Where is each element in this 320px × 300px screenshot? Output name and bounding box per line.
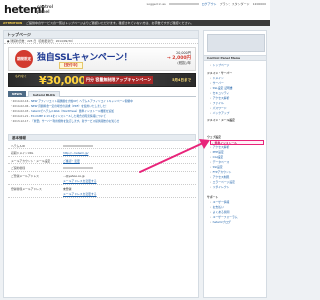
site-header: hetemi control panel Logged in as ログアウト … <box>0 0 270 20</box>
plan-label: プラン：スタンダード <box>219 2 250 6</box>
basic-info-table: ヘテムルID 初期ドメインURL http://...heteml.jp/ メー… <box>8 142 196 198</box>
tab-news[interactable]: NEWS <box>8 91 27 97</box>
info-row-id: ヘテムルID <box>8 142 196 150</box>
cashback-pre: もれなく <box>15 74 28 78</box>
logout-link[interactable]: ログアウト <box>202 2 217 6</box>
sidebar-item[interactable]: hetemlブログ <box>210 220 264 225</box>
info-row-email: ご登録メールアドレス ...@yahoo.co.jp メールアドレスを変更する <box>8 172 196 185</box>
registrant-email-value: 未登録 <box>63 186 72 191</box>
info-row-contact: ご契約者様 <box>8 164 196 172</box>
info-value-redacted <box>63 166 93 170</box>
page-title: トップページ <box>4 31 198 39</box>
attention-bar: ATTENTION ご提供中のサービスの一覧はトップページよりご確認いただけます… <box>0 20 270 26</box>
ssl-banner-title: 独自SSLキャンペーン！ <box>37 53 133 63</box>
change-registrant-email-link[interactable]: メールアドレスを変更する <box>63 192 97 196</box>
news-text[interactable]: 「重要」サーバー利用規約を改訂します。新サービス提供開始のお知らせ <box>31 119 119 123</box>
sidebar-web-menu: 簡単インストール アクセス解析 PHP設定 CGI設定 データベース SSI設定… <box>210 140 264 190</box>
ssl-banner-status: 【受付中】 <box>59 62 83 69</box>
account-number: 1200000 <box>252 2 266 6</box>
info-label: 初期ドメインURL <box>11 151 34 156</box>
info-label: ヘテムルID <box>11 144 26 148</box>
news-date: ・2014-02-03 - <box>10 109 31 113</box>
main-content: トップページ ● 残契約日数：225 日（自動更新日：2014/09/30） 期… <box>3 30 199 298</box>
control-panel-menu-title: Control Panel Menu <box>204 55 266 61</box>
logo-sub-2: panel <box>37 8 50 14</box>
sidebar-item[interactable]: リダイレクト <box>210 185 264 190</box>
initial-domain-link[interactable]: http://...heteml.jp/ <box>63 151 88 155</box>
news-date: ・2014-01-21 - <box>10 114 31 118</box>
ssl-campaign-banner[interactable]: 期間限定 独自SSLキャンペーン！ 【受付中】 20,000円 → 2,000円… <box>8 47 196 71</box>
sidebar-ad[interactable] <box>207 34 265 52</box>
sidebar-item[interactable]: バックアップ <box>210 111 264 116</box>
info-label: ご契約者様 <box>11 166 25 171</box>
cashback-amount: ¥30,000 <box>39 74 86 87</box>
sidebar-item-top[interactable]: トップページ <box>210 63 264 68</box>
news-date: ・2013-12-17 - <box>10 119 31 123</box>
info-label: 登録者様メールアドレス <box>11 186 42 191</box>
sidebar-support-menu: ユーザー情報 お支払い よくある質問 ユーザーフォーラム hetemlブログ <box>210 200 264 225</box>
sidebar-domain-menu: ドメイン サーバー SSL設定 証明書 セキュリティ アクセス解析 ファイル パ… <box>210 76 264 116</box>
tab-blog[interactable]: hetemi BLOG <box>28 91 60 97</box>
info-value-redacted <box>63 144 93 148</box>
news-text[interactable]: hetemlでヘテムルWeb（WordPress）簡単インストール機能を追加 <box>31 109 114 113</box>
sidebar-group-web: ウェブ設定 <box>207 135 221 139</box>
sidebar-top-menu: トップページ <box>210 63 264 68</box>
cashback-deadline: 5月4日まで <box>172 78 191 82</box>
news-date: ・2014-02-16 - <box>10 99 31 103</box>
info-row-url: 初期ドメインURL http://...heteml.jp/ <box>8 149 196 157</box>
username-redacted <box>168 2 199 6</box>
info-row-mail: メールアカウント・メール設定 ご確認・変更 <box>8 157 196 165</box>
logged-in-label: Logged in as <box>146 2 166 6</box>
logo[interactable]: hetemi control panel <box>4 4 64 16</box>
limited-badge: 期間限定 <box>15 50 33 68</box>
info-label: メールアカウント・メール設定 <box>11 158 51 163</box>
sidebar-group-support: サポート <box>207 195 219 199</box>
info-row-registrant-email: 登録者様メールアドレス 未登録 メールアドレスを変更する <box>8 185 196 198</box>
news-date: ・2014-02-06 - <box>10 104 31 108</box>
news-text[interactable]: EC-CUBE 2.13.1をインストールした場合の障害情報について <box>31 114 106 118</box>
attention-label: ATTENTION <box>3 21 23 25</box>
basic-info-heading: 基本情報 <box>8 134 196 141</box>
news-list: ・2014-02-16 - NEW アフィリエイト報酬額を大幅UP！ヘテムルアフ… <box>10 99 194 124</box>
mail-settings-link[interactable]: ご確認・変更 <box>63 159 80 163</box>
cashback-campaign-banner[interactable]: もれなく ¥30,000 円分 容量無制限アップキャンペーン 5月4日まで <box>8 73 196 87</box>
news-item[interactable]: ・2013-12-17 - 「重要」サーバー利用規約を改訂します。新サービス提供… <box>10 119 194 124</box>
news-tabs: NEWS hetemi BLOG <box>8 91 196 97</box>
account-info: Logged in as ログアウト プラン：スタンダード 1200000 <box>145 2 266 6</box>
news-text[interactable]: NEW アフィリエイト報酬額を大幅UP！ヘテムルアフィリエイトキャンペーン開催中 <box>31 99 133 103</box>
news-text[interactable]: NEW 月額料金一定の場合の請求（PDF）を使用いたしました！ <box>31 104 108 108</box>
price-unit: (税抜)/年 <box>177 61 191 65</box>
cashback-text: 円分 容量無制限アップキャンペーン <box>84 76 154 84</box>
logo-subtitle: control panel <box>37 4 53 14</box>
contract-status: ● 残契約日数：225 日（自動更新日：2014/09/30） <box>4 39 198 44</box>
sidebar-group-domain: ドメイン・サーバー <box>207 71 233 75</box>
ssl-banner-price: 20,000円 → 2,000円 (税抜)/年 <box>167 51 191 66</box>
sidebar-group-mail: ドメイン・メール設定 <box>207 118 235 122</box>
email-value: ...@yahoo.co.jp <box>63 173 85 178</box>
info-label: ご登録メールアドレス <box>11 173 39 178</box>
attention-text[interactable]: ご提供中のサービスの一覧はトップページよりご確認いただけます。確認されていない方… <box>26 21 194 25</box>
sidebar: Control Panel Menu トップページ ドメイン・サーバー ドメイン… <box>203 30 267 298</box>
change-email-link[interactable]: メールアドレスを変更する <box>63 179 97 183</box>
